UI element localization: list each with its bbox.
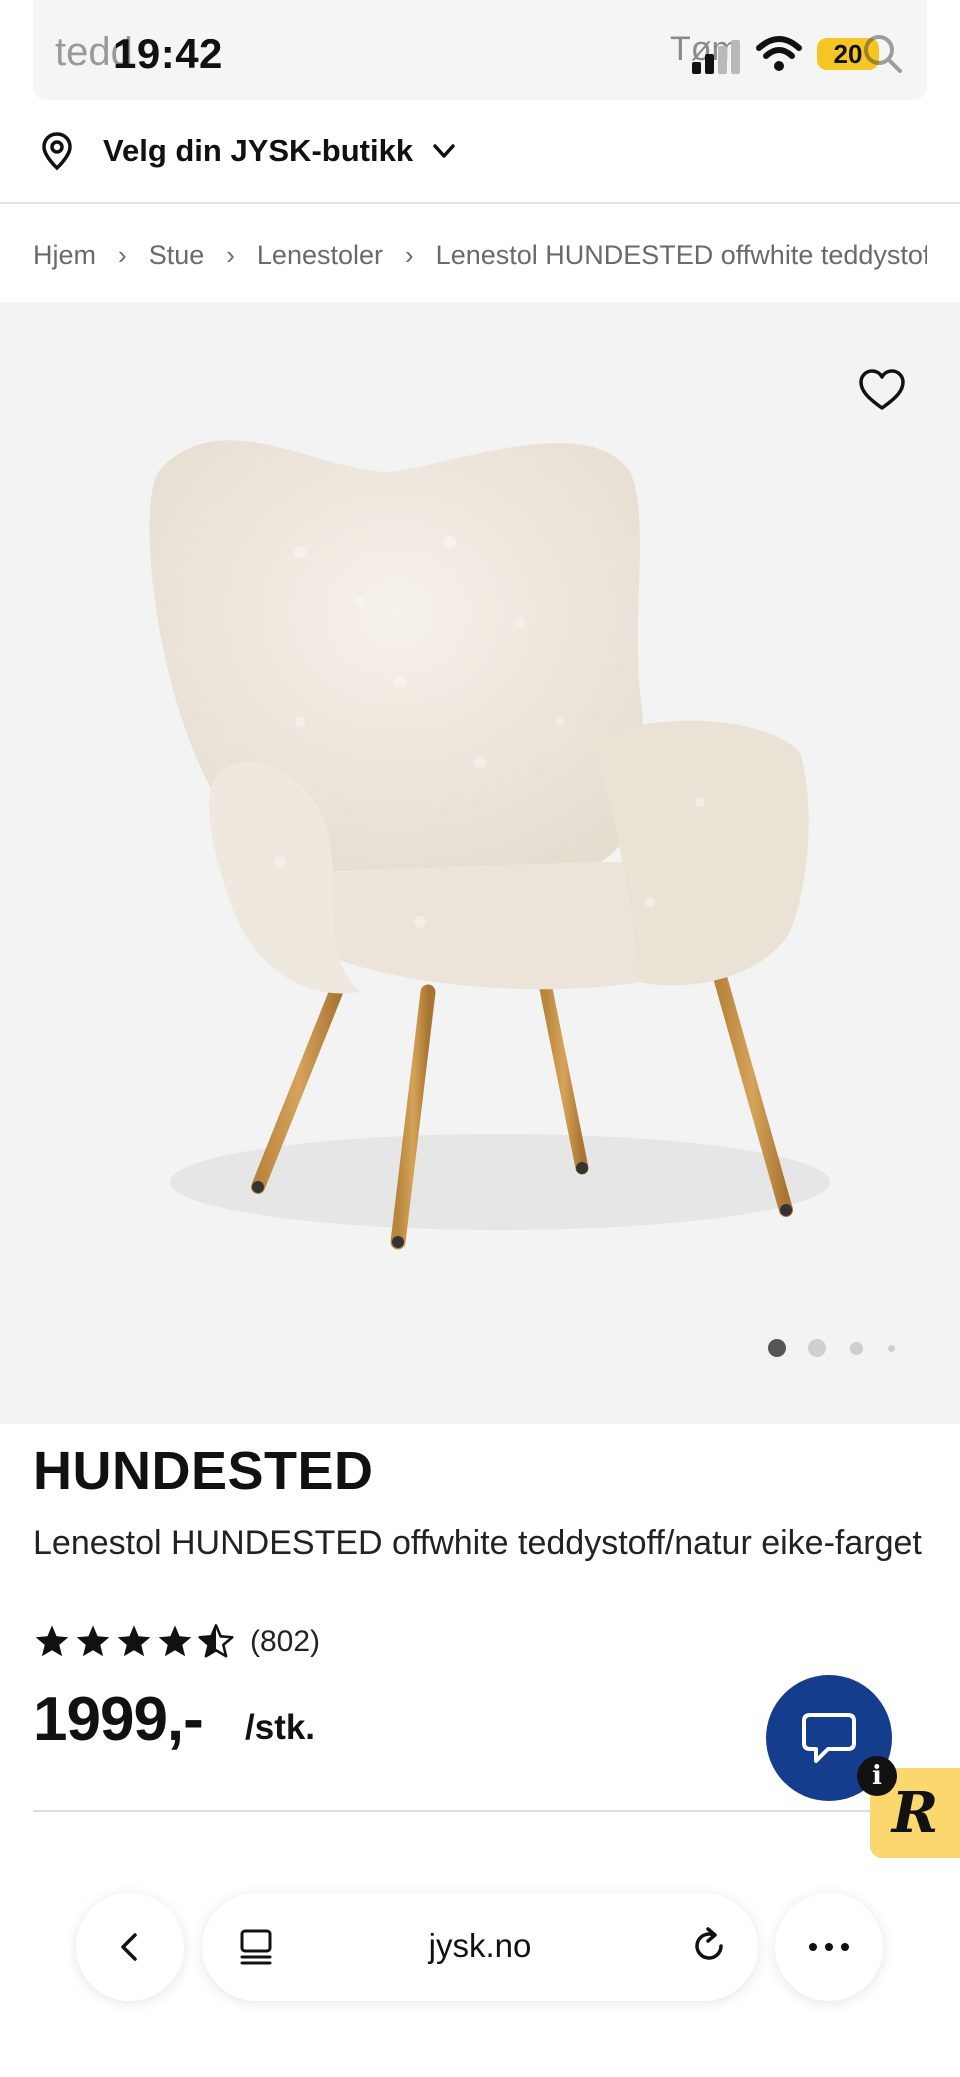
info-icon[interactable]: i: [857, 1756, 897, 1796]
product-image: [149, 440, 830, 1250]
breadcrumb-item-home[interactable]: Hjem: [33, 240, 96, 271]
status-bar: tedd 19:42 Tøm 20: [33, 0, 927, 100]
breadcrumb-item-stue[interactable]: Stue: [149, 240, 205, 271]
breadcrumb-item-current: Lenestol HUNDESTED offwhite teddystoff/n…: [435, 239, 927, 270]
search-icon: [864, 35, 902, 73]
store-picker-label: Velg din JYSK-butikk: [103, 133, 414, 168]
gallery-dot[interactable]: [850, 1342, 863, 1355]
cellular-signal-icon: [692, 40, 740, 74]
address-bar-url: jysk.no: [428, 1927, 532, 1964]
star-half-icon: [198, 1624, 234, 1658]
product-description: Lenestol HUNDESTED offwhite teddystoff/n…: [33, 1524, 922, 1562]
gallery-dot[interactable]: [768, 1339, 786, 1357]
breadcrumb: Hjem › Stue › Lenestoler › Lenestol HUND…: [33, 230, 927, 280]
more-button[interactable]: [775, 1893, 883, 2001]
chevron-down-icon: [433, 144, 455, 158]
star-icon: [76, 1625, 110, 1657]
product-rating[interactable]: (802): [33, 1622, 320, 1662]
gallery-dot[interactable]: [808, 1339, 826, 1357]
star-icon: [35, 1625, 69, 1657]
breadcrumb-item-lenestoler[interactable]: Lenestoler: [257, 240, 383, 271]
breadcrumb-separator-icon: ›: [226, 239, 235, 270]
breadcrumb-separator-icon: ›: [405, 239, 414, 270]
section-divider: [33, 1810, 893, 1812]
back-icon: [121, 1933, 137, 1961]
star-icon: [117, 1625, 151, 1657]
gallery-dot[interactable]: [888, 1345, 895, 1352]
heart-icon[interactable]: [858, 368, 906, 412]
price-unit: /stk.: [245, 1708, 316, 1747]
product-image-area[interactable]: [0, 302, 960, 1424]
chat-icon: [802, 1713, 856, 1763]
gallery-pagination[interactable]: [764, 1335, 904, 1359]
more-icon: [809, 1943, 849, 1951]
reload-icon[interactable]: [688, 1925, 730, 1967]
address-bar[interactable]: jysk.no: [202, 1893, 758, 2001]
review-count: (802): [250, 1625, 321, 1658]
back-button[interactable]: [76, 1893, 184, 2001]
product-price: 1999,-: [33, 1685, 204, 1754]
wifi-icon: [756, 36, 802, 71]
star-icon: [158, 1625, 192, 1657]
product-brand: HUNDESTED: [33, 1441, 374, 1501]
status-clock: 19:42: [113, 30, 223, 77]
breadcrumb-separator-icon: ›: [118, 239, 127, 270]
location-pin-icon: [42, 132, 72, 171]
store-picker[interactable]: Velg din JYSK-butikk: [0, 100, 960, 204]
